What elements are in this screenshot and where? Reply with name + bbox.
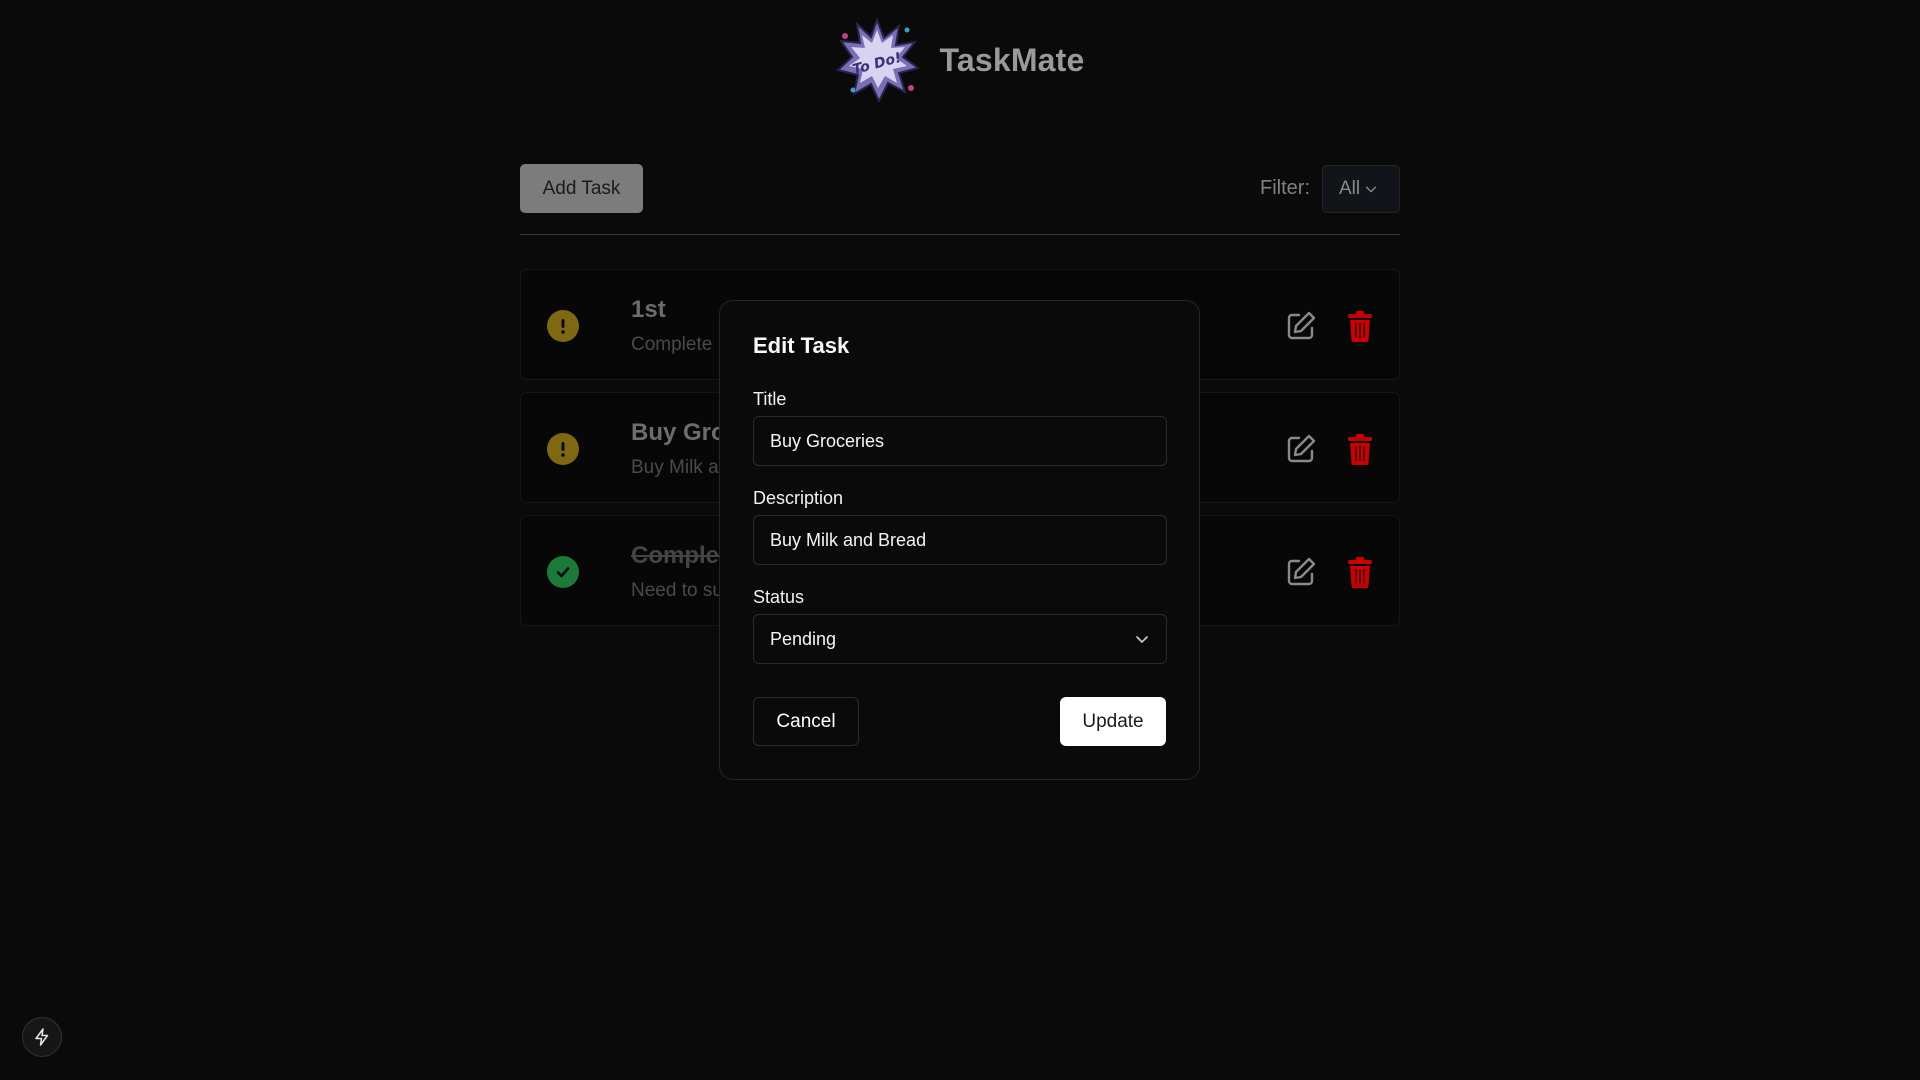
cancel-button[interactable]: Cancel [753, 697, 859, 746]
trash-icon [1348, 434, 1372, 465]
task-description: Need to su [631, 580, 723, 601]
delete-task-button[interactable] [1347, 433, 1373, 465]
filter-value: All [1339, 177, 1361, 199]
description-field-label: Description [753, 488, 844, 508]
app-header: To Do! TaskMate [0, 18, 1920, 102]
dev-tools-badge[interactable] [22, 1017, 62, 1057]
app-logo: To Do! [836, 18, 920, 102]
status-select[interactable]: Pending [753, 614, 1167, 664]
edit-task-button[interactable] [1285, 310, 1317, 342]
delete-task-button[interactable] [1347, 556, 1373, 588]
check-icon [556, 567, 570, 578]
chevron-down-icon [1136, 636, 1148, 643]
task-title: Comple [631, 542, 720, 569]
task-description: Complete [631, 334, 713, 355]
edit-icon [1287, 557, 1316, 586]
exclamation-icon [561, 319, 565, 334]
pending-status-icon [547, 433, 579, 465]
lightning-icon [35, 1028, 49, 1046]
chevron-down-icon [1366, 186, 1377, 192]
pending-status-icon [547, 310, 579, 342]
edit-icon [1287, 311, 1316, 340]
add-task-button[interactable]: Add Task [520, 164, 643, 213]
toolbar-divider [520, 234, 1400, 235]
toolbar: Add Task Filter: All [520, 164, 1400, 214]
app-root: To Do! TaskMate Add Task Filter: All 1st… [0, 0, 1920, 1080]
edit-task-modal: Edit Task Title Description Status Pendi… [719, 300, 1200, 780]
filter-group: Filter: All [1260, 164, 1400, 213]
edit-task-button[interactable] [1285, 433, 1317, 465]
app-title: TaskMate [939, 41, 1085, 78]
modal-title: Edit Task [753, 333, 850, 358]
filter-label: Filter: [1260, 177, 1310, 199]
filter-select[interactable]: All [1322, 164, 1400, 213]
title-input[interactable] [753, 416, 1167, 466]
delete-task-button[interactable] [1347, 310, 1373, 342]
update-button[interactable]: Update [1060, 697, 1166, 746]
edit-icon [1287, 434, 1316, 463]
task-description: Buy Milk a [631, 457, 719, 478]
task-title: Buy Gro [631, 419, 726, 446]
status-select-value: Pending [770, 628, 837, 649]
description-input[interactable] [753, 515, 1167, 565]
exclamation-icon [561, 442, 565, 457]
task-title: 1st [631, 296, 666, 323]
title-field-label: Title [753, 389, 787, 409]
completed-status-icon [547, 556, 579, 588]
edit-task-button[interactable] [1285, 556, 1317, 588]
trash-icon [1348, 311, 1372, 342]
status-field-label: Status [753, 587, 805, 607]
trash-icon [1348, 557, 1372, 588]
